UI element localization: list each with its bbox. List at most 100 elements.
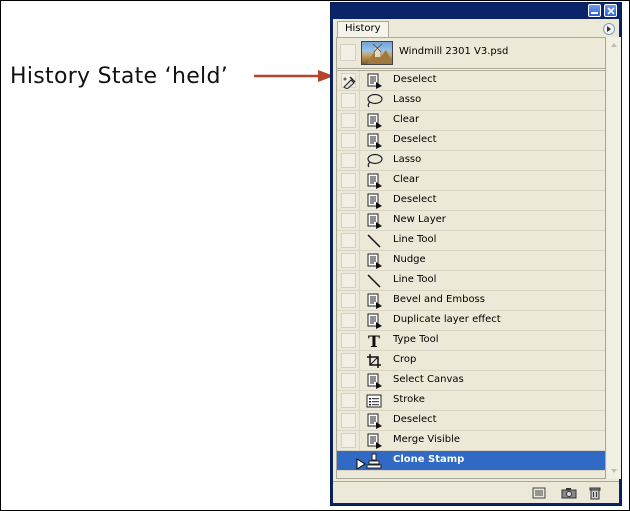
document-step-icon: [365, 213, 383, 229]
history-source-checkbox[interactable]: [341, 253, 356, 268]
history-state-label: Clear: [393, 174, 420, 185]
history-source-checkbox[interactable]: [341, 213, 356, 228]
history-state-label: Deselect: [393, 74, 437, 85]
history-state-label: Type Tool: [393, 334, 439, 345]
column-divider: [359, 331, 360, 350]
line-tool-icon: [365, 273, 383, 289]
history-source-checkbox[interactable]: [341, 273, 356, 288]
history-source-checkbox[interactable]: [341, 313, 356, 328]
snapshot-row[interactable]: Windmill 2301 V3.psd: [337, 38, 605, 68]
document-step-icon: [365, 113, 383, 129]
history-source-checkbox[interactable]: [341, 413, 356, 428]
history-state-label: Line Tool: [393, 234, 437, 245]
column-divider: [359, 111, 360, 130]
history-source-checkbox[interactable]: [341, 293, 356, 308]
history-state-label: Deselect: [393, 194, 437, 205]
panel-body: History Windmill 2301 V3.psd Deselect Las…: [333, 19, 621, 503]
panel-footer: [333, 481, 619, 503]
history-state-label: Clone Stamp: [393, 454, 465, 465]
clone-stamp-icon: [365, 453, 383, 469]
history-source-checkbox[interactable]: [341, 393, 356, 408]
document-step-icon: [365, 173, 383, 189]
image-thumbnail-icon: [361, 41, 393, 65]
history-source-checkbox[interactable]: [341, 433, 356, 448]
history-state-label: Select Canvas: [393, 374, 464, 385]
history-source-checkbox[interactable]: [341, 153, 356, 168]
history-state-row[interactable]: Line Tool: [337, 271, 605, 291]
document-step-icon: [365, 313, 383, 329]
scroll-up-icon[interactable]: [607, 39, 621, 51]
history-state-row[interactable]: Lasso: [337, 151, 605, 171]
column-divider: [359, 191, 360, 210]
history-state-row[interactable]: Duplicate layer effect: [337, 311, 605, 331]
history-state-row[interactable]: Merge Visible: [337, 431, 605, 451]
history-source-checkbox[interactable]: [341, 133, 356, 148]
history-state-row[interactable]: T Type Tool: [337, 331, 605, 351]
history-state-row[interactable]: Clear: [337, 111, 605, 131]
snapshot-source-checkbox[interactable]: [340, 44, 356, 61]
column-divider: [359, 351, 360, 370]
history-source-checkbox[interactable]: [341, 193, 356, 208]
history-state-row[interactable]: New Layer: [337, 211, 605, 231]
snapshot-label: Windmill 2301 V3.psd: [399, 46, 509, 57]
column-divider: [359, 71, 360, 90]
column-divider: [359, 171, 360, 190]
line-tool-icon: [365, 233, 383, 249]
history-state-row[interactable]: Bevel and Emboss: [337, 291, 605, 311]
history-states: Deselect Lasso Clear Deselect Lasso Clear Dese…: [337, 71, 605, 471]
panel-menu-icon[interactable]: [603, 23, 615, 35]
history-source-checkbox[interactable]: [341, 333, 356, 348]
column-divider: [359, 211, 360, 230]
scroll-down-icon[interactable]: [607, 465, 621, 477]
history-panel: History Windmill 2301 V3.psd Deselect Las…: [330, 2, 622, 506]
history-state-row[interactable]: Select Canvas: [337, 371, 605, 391]
column-divider: [359, 131, 360, 150]
history-source-checkbox[interactable]: [341, 173, 356, 188]
history-state-row[interactable]: Nudge: [337, 251, 605, 271]
history-state-row[interactable]: Deselect: [337, 411, 605, 431]
document-step-icon: [365, 73, 383, 89]
history-state-row[interactable]: Deselect: [337, 131, 605, 151]
history-state-row[interactable]: Stroke: [337, 391, 605, 411]
close-icon[interactable]: [604, 4, 617, 17]
history-state-row[interactable]: Deselect: [337, 191, 605, 211]
history-brush-source-checkbox[interactable]: [341, 73, 356, 90]
history-source-checkbox[interactable]: [341, 353, 356, 368]
history-state-label: Lasso: [393, 154, 422, 165]
document-step-icon: [365, 433, 383, 449]
panel-tabstrip: History: [333, 19, 619, 37]
history-state-row[interactable]: Clone Stamp: [337, 451, 605, 471]
list-step-icon: [365, 393, 383, 409]
column-divider: [359, 291, 360, 310]
annotation-arrow: [254, 70, 334, 82]
column-divider: [359, 251, 360, 270]
column-divider: [359, 431, 360, 450]
tab-history[interactable]: History: [337, 21, 389, 37]
annotation-label: History State ‘held’: [10, 64, 229, 89]
column-divider: [359, 271, 360, 290]
vertical-scrollbar[interactable]: [607, 37, 621, 479]
column-divider: [359, 311, 360, 330]
history-state-label: Clear: [393, 114, 420, 125]
type-tool-icon: T: [365, 333, 383, 349]
history-state-row[interactable]: Deselect: [337, 71, 605, 91]
column-divider: [359, 151, 360, 170]
history-state-label: Stroke: [393, 394, 425, 405]
history-state-row[interactable]: Clear: [337, 171, 605, 191]
history-state-label: Deselect: [393, 134, 437, 145]
history-source-checkbox[interactable]: [341, 453, 356, 468]
history-state-row[interactable]: Line Tool: [337, 231, 605, 251]
column-divider: [359, 371, 360, 390]
trash-icon[interactable]: [587, 486, 603, 500]
column-divider: [359, 231, 360, 250]
new-document-from-state-icon[interactable]: [531, 486, 547, 500]
history-source-checkbox[interactable]: [341, 93, 356, 108]
history-source-checkbox[interactable]: [341, 233, 356, 248]
new-snapshot-icon[interactable]: [561, 486, 577, 500]
minimize-icon[interactable]: [588, 4, 601, 17]
history-source-checkbox[interactable]: [341, 373, 356, 388]
history-state-row[interactable]: Lasso: [337, 91, 605, 111]
history-state-row[interactable]: Crop: [337, 351, 605, 371]
document-step-icon: [365, 253, 383, 269]
history-source-checkbox[interactable]: [341, 113, 356, 128]
